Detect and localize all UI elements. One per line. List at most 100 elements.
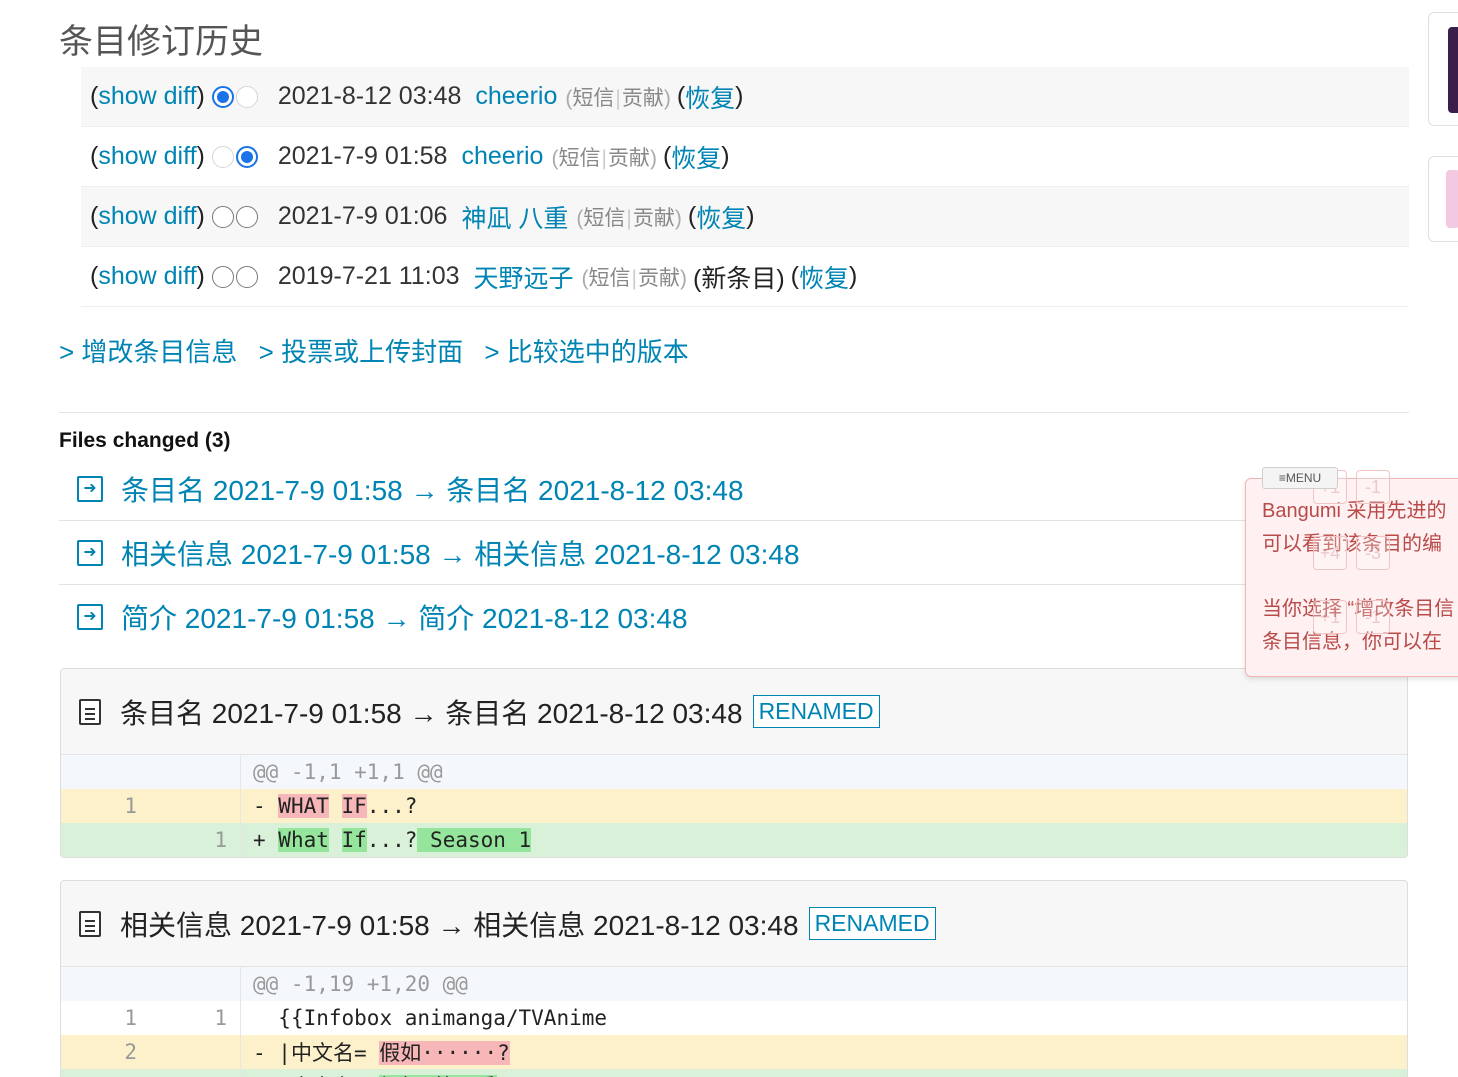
diff-sign: - (253, 794, 279, 818)
help-tip-panel: Bangumi 采用先进的 可以看到该条目的编 当你选择 “增改条目信 条目信息… (1245, 478, 1458, 677)
diff-panel: 相关信息 2021-7-9 01:58 → 相关信息 2021-8-12 03:… (60, 880, 1408, 1077)
line-number-gutter: 11 (61, 1001, 241, 1035)
line-number-gutter: 1 (61, 789, 241, 823)
files-changed-list: ➜ 条目名 2021-7-9 01:58 → 条目名 2021-8-12 03:… (59, 457, 1409, 649)
diff-line: 11 {{Infobox animanga/TVAnime (61, 1001, 1407, 1035)
file-link[interactable]: 简介 2021-7-9 01:58 → 简介 2021-8-12 03:48 (121, 597, 688, 637)
renamed-badge: RENAMED (752, 695, 880, 728)
ghost-button: +1 (1313, 600, 1347, 634)
revision-row: (show diff) 2021-7-9 01:06 神凪 八重 (短信|贡献)… (81, 187, 1409, 247)
files-changed-title: Files changed (3) (59, 429, 231, 452)
restore-link[interactable]: 恢复 (696, 199, 746, 235)
compare-old-radio[interactable] (211, 265, 234, 288)
message-link[interactable]: 短信 (589, 267, 631, 290)
show-diff-link[interactable]: show diff (98, 202, 196, 231)
revision-user-link[interactable]: 神凪 八重 (461, 199, 568, 235)
document-icon (79, 698, 101, 725)
diff-hunk-header: @@ -1,19 +1,20 @@ (61, 967, 1407, 1001)
diff-table: @@ -1,1 +1,1 @@ 1 - WHAT IF...? 1 + What If.… (61, 755, 1407, 857)
new-line-number: 1 (214, 1006, 227, 1030)
revision-user-link[interactable]: 天野远子 (474, 259, 574, 295)
file-item[interactable]: ➜ 相关信息 2021-7-9 01:58 → 相关信息 2021-8-12 0… (59, 521, 1409, 585)
diff-line: 2+ |中文名= 假如?第一季 (61, 1069, 1407, 1077)
compare-old-radio[interactable] (211, 145, 234, 168)
compare-new-radio[interactable] (235, 265, 258, 288)
changed-text: If (341, 828, 367, 852)
contrib-link[interactable]: 贡献 (622, 87, 664, 110)
tip-line: Bangumi 采用先进的 (1262, 500, 1447, 522)
ghost-button: +4 (1313, 536, 1347, 570)
renamed-badge: RENAMED (808, 907, 936, 940)
file-item[interactable]: ➜ 条目名 2021-7-9 01:58 → 条目名 2021-8-12 03:… (59, 457, 1409, 521)
changed-text: What (278, 828, 329, 852)
document-icon (79, 910, 101, 937)
message-link[interactable]: 短信 (572, 87, 614, 110)
old-line-number: 2 (124, 1040, 137, 1064)
diff-table: @@ -1,19 +1,20 @@ 1 1 {{Infobox animanga/T… (61, 967, 1407, 1077)
cover-thumbnail[interactable] (1446, 170, 1458, 228)
compare-old-radio[interactable] (211, 85, 234, 108)
ghost-button: -3 (1356, 536, 1390, 570)
show-diff-link[interactable]: show diff (98, 262, 196, 291)
file-item[interactable]: ➜ 简介 2021-7-9 01:58 → 简介 2021-8-12 03:48 (59, 585, 1409, 649)
revision-user-link[interactable]: cheerio (475, 82, 557, 111)
diff-sign: + (253, 828, 279, 852)
compare-new-radio[interactable] (235, 85, 258, 108)
compare-old-radio[interactable] (211, 205, 234, 228)
edit-info-link[interactable]: > 增改条目信息 (59, 337, 237, 367)
new-item-label: 新条目 (701, 264, 777, 293)
hunk-text: @@ -1,19 +1,20 @@ (253, 972, 468, 996)
contrib-link[interactable]: 贡献 (638, 267, 680, 290)
revision-row: (show diff) 2021-8-12 03:48 cheerio (短信|… (81, 67, 1409, 127)
contrib-link[interactable]: 贡献 (608, 147, 650, 170)
diff-code: - |中文名= 假如······? (241, 1037, 510, 1067)
diff-code: {{Infobox animanga/TVAnime (241, 1006, 607, 1030)
revision-date: 2021-8-12 03:48 (277, 82, 462, 110)
compare-selected-link[interactable]: > 比较选中的版本 (484, 337, 688, 367)
revision-row: (show diff) 2019-7-21 11:03 天野远子 (短信|贡献)… (81, 247, 1409, 307)
diff-header: 相关信息 2021-7-9 01:58 → 相关信息 2021-8-12 03:… (61, 881, 1407, 967)
page-title: 条目修订历史 (59, 23, 263, 61)
menu-button[interactable]: ≡MENU (1262, 467, 1338, 489)
diff-text: ...? (366, 794, 418, 818)
line-number-gutter: 1 (61, 823, 241, 857)
cover-thumbnail[interactable] (1448, 27, 1458, 113)
diff-title: 条目名 2021-7-9 01:58 → 条目名 2021-8-12 03:48 (120, 697, 743, 729)
message-link[interactable]: 短信 (583, 207, 625, 230)
diff-code: + What If...? Season 1 (241, 828, 532, 852)
old-line-number: 1 (124, 1006, 137, 1030)
diff-code: + |中文名= 假如?第一季 (241, 1071, 497, 1077)
diff-code: - WHAT IF...? (241, 794, 417, 818)
changed-text: IF (341, 794, 367, 818)
ghost-button: -1 (1356, 600, 1390, 634)
diff-hunk-header: @@ -1,1 +1,1 @@ (61, 755, 1407, 789)
revision-row: (show diff) 2021-7-9 01:58 cheerio (短信|贡… (81, 127, 1409, 187)
show-diff-link[interactable]: show diff (98, 82, 196, 111)
file-link[interactable]: 相关信息 2021-7-9 01:58 → 相关信息 2021-8-12 03:… (121, 533, 800, 573)
restore-link[interactable]: 恢复 (685, 79, 735, 115)
restore-link[interactable]: 恢复 (671, 139, 721, 175)
show-diff-link[interactable]: show diff (98, 142, 196, 171)
changed-text: 假如······? (379, 1041, 510, 1065)
arrow-into-box-icon: ➜ (77, 539, 103, 566)
revision-user-link[interactable]: cheerio (461, 142, 543, 171)
revision-list: (show diff) 2021-8-12 03:48 cheerio (短信|… (81, 67, 1409, 307)
revision-date: 2021-7-9 01:06 (277, 202, 448, 230)
diff-line: 2 - |中文名= 假如······? (61, 1035, 1407, 1069)
diff-text: {{Infobox animanga/TVAnime (278, 1006, 608, 1030)
diff-text (329, 794, 342, 818)
diff-text (329, 828, 342, 852)
diff-panel: 条目名 2021-7-9 01:58 → 条目名 2021-8-12 03:48… (60, 668, 1408, 858)
compare-new-radio[interactable] (235, 145, 258, 168)
action-links: > 增改条目信息 > 投票或上传封面 > 比较选中的版本 (59, 332, 703, 369)
diff-title: 相关信息 2021-7-9 01:58 → 相关信息 2021-8-12 03:… (120, 909, 799, 941)
compare-new-radio[interactable] (235, 205, 258, 228)
contrib-link[interactable]: 贡献 (633, 207, 675, 230)
changed-text: Season 1 (417, 828, 532, 852)
message-link[interactable]: 短信 (558, 147, 600, 170)
restore-link[interactable]: 恢复 (799, 259, 849, 295)
diff-text: |中文名= (278, 1041, 380, 1065)
tip-line: 当你选择 “增改条目信 (1262, 598, 1455, 620)
file-link[interactable]: 条目名 2021-7-9 01:58 → 条目名 2021-8-12 03:48 (121, 469, 744, 509)
vote-cover-link[interactable]: > 投票或上传封面 (259, 337, 463, 367)
